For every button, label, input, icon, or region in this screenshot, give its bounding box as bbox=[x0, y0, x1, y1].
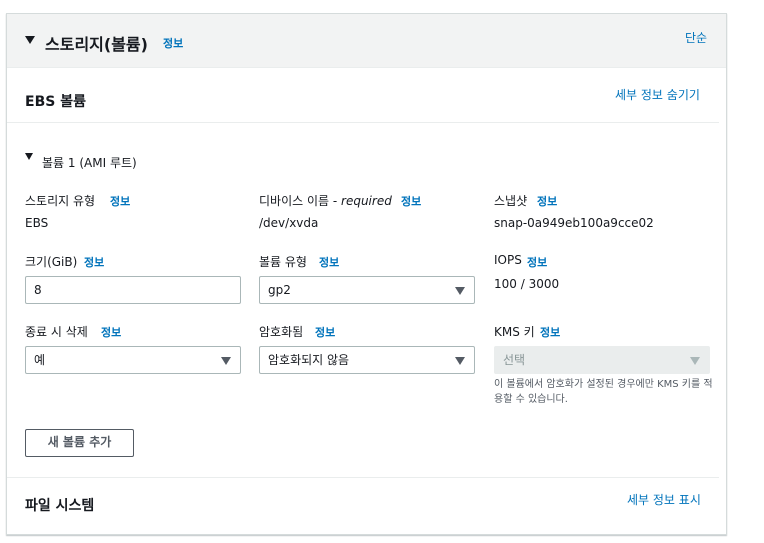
volume-collapse-caret-icon[interactable] bbox=[25, 153, 33, 160]
storage-info-link[interactable]: 정보 bbox=[163, 35, 183, 51]
collapse-caret-icon[interactable] bbox=[25, 36, 35, 44]
size-input[interactable]: 8 bbox=[25, 276, 241, 304]
size-label: 크기(GiB) bbox=[25, 255, 78, 269]
section-divider bbox=[7, 122, 719, 123]
snapshot-value: snap-0a949eb100a9cce02 bbox=[494, 216, 654, 230]
storage-header: 스토리지(볼륨) 정보 단순 bbox=[7, 14, 726, 68]
iops-label: IOPS bbox=[494, 253, 522, 267]
storage-title: 스토리지(볼륨) bbox=[45, 35, 148, 54]
kms-key-info-link[interactable]: 정보 bbox=[540, 324, 560, 340]
section-divider bbox=[7, 477, 719, 478]
delete-on-termination-selected-value: 예 bbox=[34, 353, 46, 367]
iops-info-link[interactable]: 정보 bbox=[527, 254, 547, 270]
dropdown-arrow-icon bbox=[455, 287, 465, 295]
encryption-info-link[interactable]: 정보 bbox=[315, 324, 335, 340]
volume-1-title: 볼륨 1 (AMI 루트) bbox=[42, 156, 137, 170]
kms-key-hint: 이 볼륨에서 암호화가 설정된 경우에만 KMS 키를 적용할 수 있습니다. bbox=[494, 379, 713, 405]
kms-key-select: 선택 bbox=[494, 346, 710, 374]
storage-type-value: EBS bbox=[25, 216, 49, 230]
volume-type-label: 볼륨 유형 bbox=[259, 255, 307, 269]
storage-type-label: 스토리지 유형 bbox=[25, 194, 96, 208]
file-system-title: 파일 시스템 bbox=[25, 498, 95, 514]
encryption-selected-value: 암호화되지 않음 bbox=[268, 353, 350, 367]
storage-panel: 스토리지(볼륨) 정보 단순 EBS 볼륨 세부 정보 숨기기 볼륨 1 (AM… bbox=[6, 13, 727, 535]
volume-type-selected-value: gp2 bbox=[268, 283, 291, 297]
kms-key-label: KMS 키 bbox=[494, 325, 535, 339]
size-info-link[interactable]: 정보 bbox=[84, 254, 104, 270]
dropdown-arrow-icon bbox=[221, 357, 231, 365]
delete-on-termination-info-link[interactable]: 정보 bbox=[101, 324, 121, 340]
ebs-volumes-title: EBS 볼륨 bbox=[25, 94, 86, 110]
volume-type-select[interactable]: gp2 bbox=[259, 276, 475, 304]
add-volume-button[interactable]: 새 볼륨 추가 bbox=[25, 429, 134, 457]
delete-on-termination-label: 종료 시 삭제 bbox=[25, 325, 88, 339]
dropdown-arrow-icon bbox=[455, 357, 465, 365]
snapshot-info-link[interactable]: 정보 bbox=[537, 193, 557, 209]
iops-value: 100 / 3000 bbox=[494, 277, 560, 291]
encryption-select[interactable]: 암호화되지 않음 bbox=[259, 346, 475, 374]
hide-details-link[interactable]: 세부 정보 숨기기 bbox=[615, 86, 700, 103]
kms-key-placeholder: 선택 bbox=[503, 353, 526, 367]
device-name-label: 디바이스 이름 - required bbox=[259, 194, 392, 208]
volume-type-info-link[interactable]: 정보 bbox=[319, 254, 339, 270]
device-name-value: /dev/xvda bbox=[259, 216, 319, 230]
encryption-label: 암호화됨 bbox=[259, 325, 304, 339]
dropdown-arrow-icon bbox=[690, 357, 700, 365]
storage-type-info-link[interactable]: 정보 bbox=[110, 193, 130, 209]
delete-on-termination-select[interactable]: 예 bbox=[25, 346, 241, 374]
simple-view-link[interactable]: 단순 bbox=[685, 29, 707, 46]
snapshot-label: 스냅샷 bbox=[494, 194, 528, 208]
show-details-link[interactable]: 세부 정보 표시 bbox=[627, 491, 701, 508]
device-name-info-link[interactable]: 정보 bbox=[401, 193, 421, 209]
